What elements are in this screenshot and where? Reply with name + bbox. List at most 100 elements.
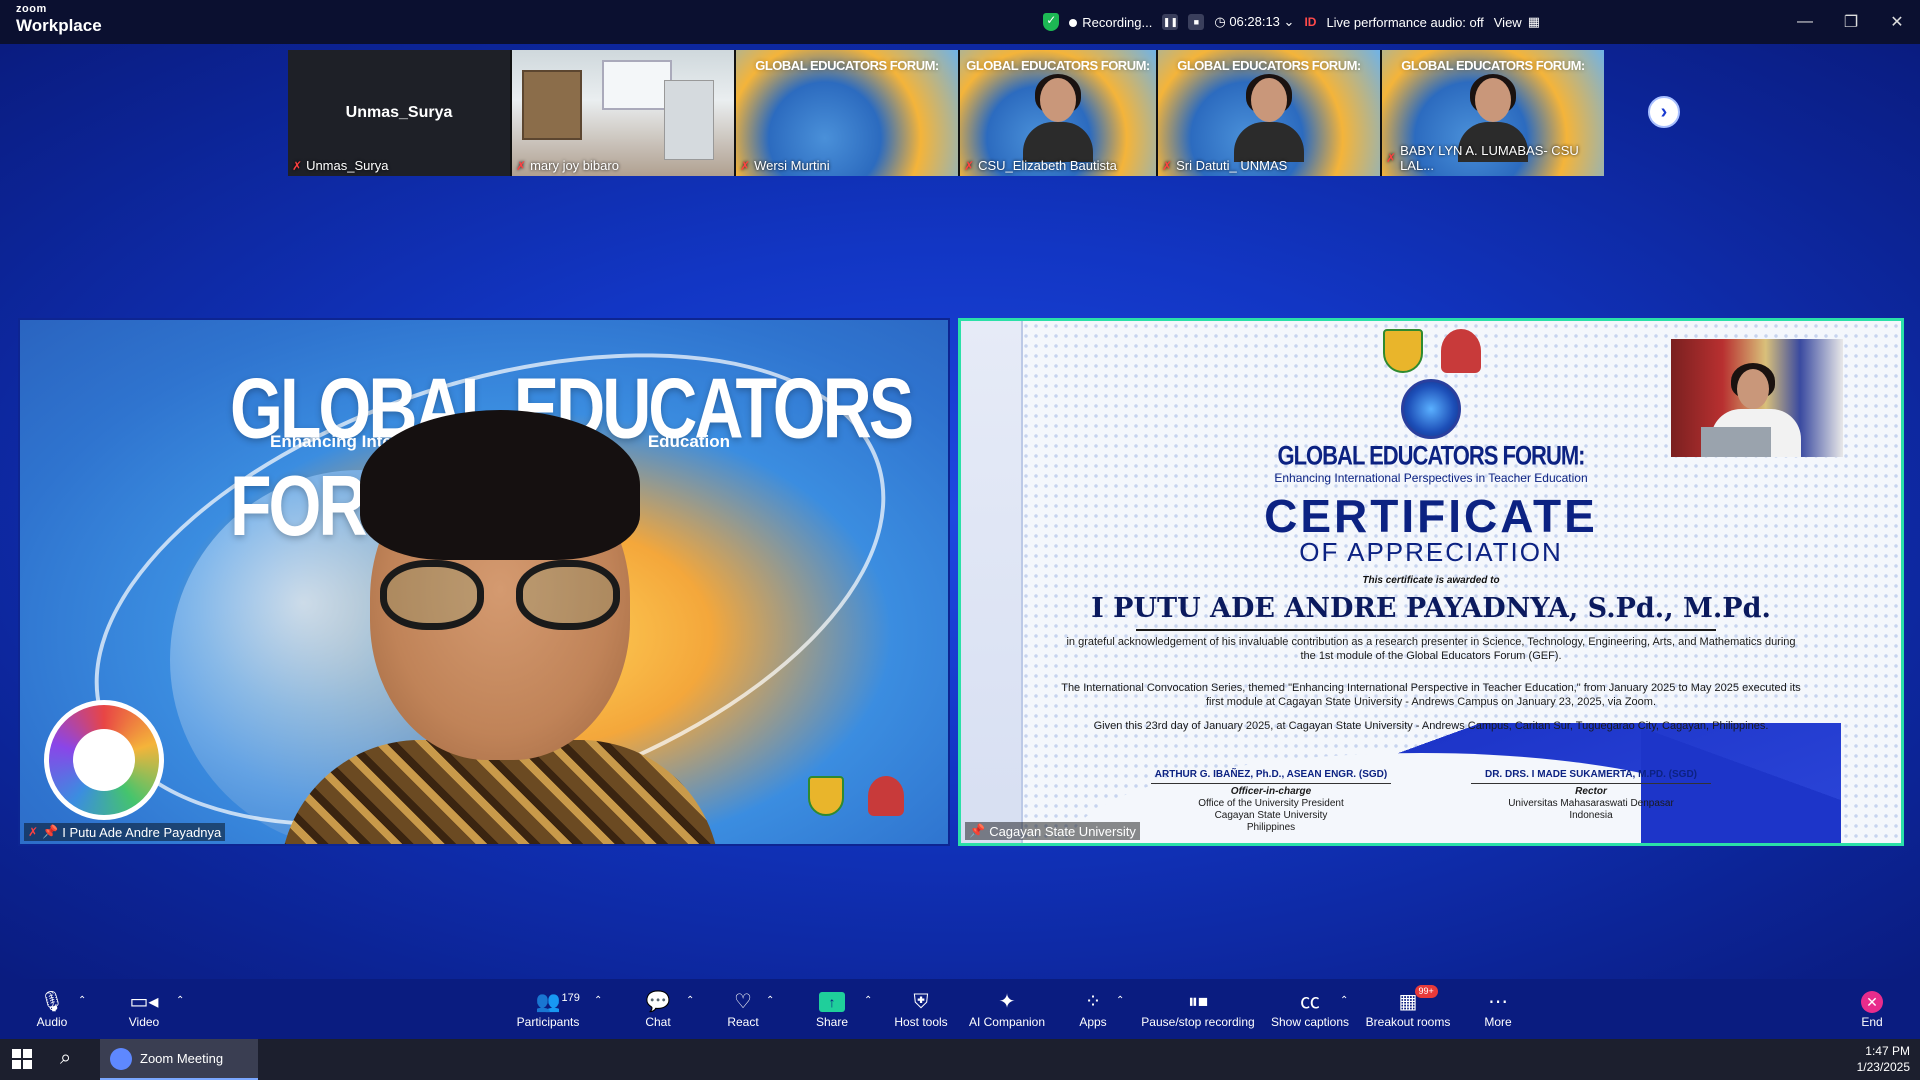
mic-muted-icon: ✗ — [292, 158, 303, 173]
brand-large: Workplace — [16, 16, 102, 35]
participant-name: Sri Datuti_ UNMAS — [1176, 158, 1288, 173]
apps-button[interactable]: ⁘ Apps — [1076, 979, 1110, 1039]
participant-thumbnail[interactable]: ✗ mary joy bibaro — [512, 50, 734, 176]
encryption-shield-icon[interactable] — [1043, 13, 1060, 31]
forum-emblem-logo — [44, 700, 164, 820]
participants-label: Participants — [516, 1015, 580, 1029]
csu-seal-logo — [1383, 329, 1423, 373]
react-chevron-icon[interactable]: ⌃ — [766, 995, 774, 1006]
share-button[interactable]: ↑ Share — [810, 979, 854, 1039]
university-seal-logo — [808, 776, 844, 816]
participant-name: mary joy bibaro — [530, 158, 619, 173]
host-tools-button[interactable]: ⛨ Host tools — [890, 979, 952, 1039]
participant-name: BABY LYN A. LUMABAS- CSU LAL... — [1400, 143, 1579, 173]
next-page-arrow-icon[interactable]: › — [1648, 96, 1680, 128]
title-bar: zoom Workplace Recording... ❚❚ ■ ◷ 06:28… — [0, 0, 1920, 44]
meeting-toolbar: 🎙 Audio ⌃ ▭◂ Video ⌃ 👥 179 Participants ⌃… — [0, 979, 1920, 1039]
chat-label: Chat — [645, 1015, 671, 1029]
signatory-left: ARTHUR G. IBAÑEZ, Ph.D., ASEAN ENGR. (SG… — [1151, 769, 1391, 834]
video-options-chevron-icon[interactable]: ⌃ — [176, 995, 184, 1006]
signatory-role: Rector — [1575, 786, 1607, 797]
certificate-paragraph-2: The International Convocation Series, th… — [1061, 682, 1801, 708]
end-meeting-button[interactable]: ✕ End — [1856, 979, 1888, 1039]
timer-value: 06:28:13 — [1229, 14, 1280, 29]
more-button[interactable]: ⋯ More — [1478, 979, 1518, 1039]
breakout-badge: 99+ — [1414, 985, 1438, 998]
signatory-role: Officer-in-charge — [1230, 786, 1312, 797]
signatory-office: Office of the University President — [1198, 798, 1344, 809]
participant-thumbnail[interactable]: GLOBAL EDUCATORS FORUM: ✗ CSU_Elizabeth B… — [960, 50, 1156, 176]
participant-thumbnail[interactable]: Unmas_Surya ✗ Unmas_Surya — [288, 50, 510, 176]
participant-thumbnail[interactable]: GLOBAL EDUCATORS FORUM: ✗ Wersi Murtini — [736, 50, 958, 176]
signatory-country: Indonesia — [1569, 810, 1613, 821]
participant-thumbnail[interactable]: GLOBAL EDUCATORS FORUM: ✗ Sri Datuti_ UNM… — [1158, 50, 1380, 176]
zoom-workplace-logo: zoom Workplace — [16, 3, 102, 35]
video-label: Video — [128, 1015, 160, 1029]
office-shelf — [522, 70, 582, 140]
captions-icon: ㏄ — [1300, 991, 1320, 1013]
brand-small: zoom — [16, 3, 47, 15]
stop-recording-icon[interactable]: ■ — [1188, 14, 1205, 30]
ai-companion-label: AI Companion — [968, 1015, 1046, 1029]
participants-icon: 👥 179 — [536, 989, 580, 1015]
windows-start-icon[interactable] — [12, 1049, 32, 1069]
apps-chevron-icon[interactable]: ⌃ — [1116, 995, 1124, 1006]
view-button[interactable]: View ▦ — [1494, 14, 1540, 30]
participant-center-name: Unmas_Surya — [345, 104, 453, 121]
chat-icon: 💬 — [645, 991, 671, 1013]
pin-icon: 📌 — [969, 823, 986, 838]
mic-muted-icon: ✗ — [28, 825, 39, 839]
meeting-stage: Unmas_Surya ✗ Unmas_Surya ✗ mary joy bibar… — [0, 44, 1920, 979]
audio-options-chevron-icon[interactable]: ⌃ — [78, 995, 86, 1006]
close-icon[interactable]: ✕ — [1874, 0, 1920, 44]
partner-seal-logo — [868, 776, 904, 816]
system-clock[interactable]: 1:47 PM 1/23/2025 — [1857, 1043, 1910, 1075]
pause-stop-recording-button[interactable]: ⏸⏹ Pause/stop recording — [1140, 979, 1256, 1039]
chat-button[interactable]: 💬 Chat — [638, 979, 678, 1039]
shared-screen-tile[interactable]: GLOBAL EDUCATORS FORUM: Enhancing Intern… — [958, 318, 1904, 846]
minimize-icon[interactable]: — — [1782, 0, 1828, 44]
certificate-awarded-to: This certificate is awarded to — [1362, 575, 1500, 586]
audio-label: Audio — [36, 1015, 68, 1029]
participants-button[interactable]: 👥 179 Participants — [512, 979, 584, 1039]
ai-companion-button[interactable]: ✦ AI Companion — [966, 979, 1048, 1039]
pause-recording-icon[interactable]: ❚❚ — [1162, 14, 1179, 30]
breakout-rooms-button[interactable]: ▦ 99+ Breakout rooms — [1364, 979, 1452, 1039]
chat-chevron-icon[interactable]: ⌃ — [686, 995, 694, 1006]
live-audio-status[interactable]: Live performance audio: off — [1326, 15, 1483, 30]
windows-taskbar: ⌕ Zoom Meeting 1:47 PM 1/23/2025 — [0, 1039, 1920, 1080]
certificate-subheading: OF APPRECIATION — [1299, 537, 1563, 567]
react-button[interactable]: ♡ React — [722, 979, 764, 1039]
search-icon[interactable]: ⌕ — [60, 1047, 71, 1070]
office-cabinet — [664, 80, 714, 160]
microphone-icon: 🎙 — [39, 991, 65, 1013]
mic-muted-icon: ✗ — [964, 158, 975, 173]
signatory-institution: Universitas Mahasaraswati Denpasar — [1508, 798, 1674, 809]
taskbar-zoom-meeting[interactable]: Zoom Meeting — [100, 1039, 258, 1080]
apps-icon: ⁘ — [1084, 991, 1102, 1013]
audio-button[interactable]: 🎙 Audio — [30, 979, 74, 1039]
video-button[interactable]: ▭◂ Video — [122, 979, 166, 1039]
pause-stop-icon: ⏸⏹ — [1188, 991, 1208, 1013]
show-captions-button[interactable]: ㏄ Show captions — [1268, 979, 1352, 1039]
participants-chevron-icon[interactable]: ⌃ — [594, 995, 602, 1006]
participant-label: ✗ Sri Datuti_ UNMAS — [1162, 158, 1287, 173]
captions-chevron-icon[interactable]: ⌃ — [1340, 995, 1348, 1006]
breakout-rooms-icon: ▦ 99+ — [1399, 985, 1438, 1015]
certificate-paragraph-3: Given this 23rd day of January 2025, at … — [1093, 720, 1769, 732]
meeting-timer[interactable]: ◷ 06:28:13 ⌄ — [1214, 14, 1294, 30]
certificate-heading: CERTIFICATE — [1264, 490, 1598, 542]
share-chevron-icon[interactable]: ⌃ — [864, 995, 872, 1006]
signatory-name: ARTHUR G. IBAÑEZ, Ph.D., ASEAN ENGR. (SG… — [1151, 769, 1391, 784]
apps-label: Apps — [1079, 1015, 1107, 1029]
gef-seal-logo — [1401, 379, 1461, 439]
participant-thumbnail[interactable]: GLOBAL EDUCATORS FORUM: ✗ BABY LYN A. LUM… — [1382, 50, 1604, 176]
end-label: End — [1861, 1015, 1883, 1029]
certificate: GLOBAL EDUCATORS FORUM: Enhancing Intern… — [961, 321, 1901, 843]
pause-recording-label: Pause/stop recording — [1141, 1015, 1255, 1029]
share-screen-icon: ↑ — [819, 992, 845, 1012]
unmas-seal-logo — [1441, 329, 1481, 373]
sparkle-icon: ✦ — [998, 991, 1016, 1013]
speaker-video-tile[interactable]: GLOBAL EDUCATORS FORUM: Enhancing Intern… — [18, 318, 950, 846]
restore-icon[interactable]: ❐ — [1828, 0, 1874, 44]
